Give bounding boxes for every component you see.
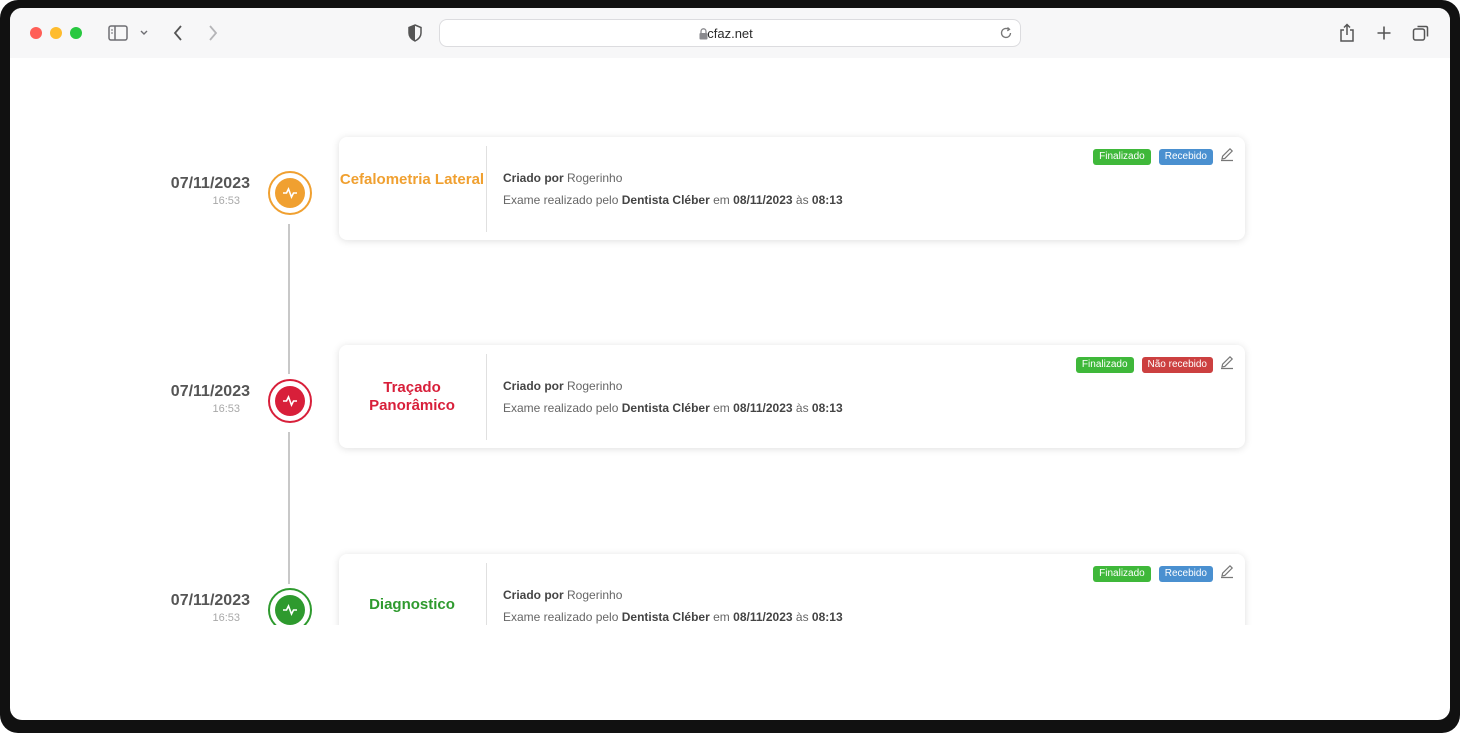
exam-prefix: Exame realizado pelo bbox=[503, 193, 619, 207]
exam-mid: em bbox=[713, 401, 730, 415]
exam-card[interactable]: Diagnostico Criado por Rogerinho Exame r… bbox=[339, 554, 1245, 625]
exam-date: 08/11/2023 bbox=[733, 401, 793, 415]
status-badge-finalizado: Finalizado bbox=[1075, 356, 1134, 373]
exam-info-line: Exame realizado pelo Dentista Cléber em … bbox=[503, 610, 843, 624]
page-content: 07/11/2023 16:53 Cefalometria Lateral Cr… bbox=[10, 58, 1450, 625]
created-by-line: Criado por Rogerinho bbox=[503, 379, 622, 393]
status-badges: Finalizado Recebido bbox=[1093, 146, 1235, 167]
exam-at: às bbox=[795, 193, 809, 207]
card-divider bbox=[486, 146, 487, 232]
created-by-name: Rogerinho bbox=[567, 379, 623, 393]
created-by-line: Criado por Rogerinho bbox=[503, 588, 622, 602]
exam-time: 08:13 bbox=[811, 193, 843, 207]
exam-prefix: Exame realizado pelo bbox=[503, 401, 619, 415]
chevron-down-icon[interactable] bbox=[138, 22, 150, 44]
card-divider bbox=[486, 354, 487, 440]
exam-card[interactable]: Cefalometria Lateral Criado por Rogerinh… bbox=[339, 137, 1245, 240]
exam-info-line: Exame realizado pelo Dentista Cléber em … bbox=[503, 193, 843, 207]
exam-title: Diagnostico bbox=[369, 596, 455, 613]
zoom-window-button[interactable] bbox=[70, 27, 82, 39]
browser-toolbar: cfaz.net bbox=[10, 8, 1450, 58]
url-text: cfaz.net bbox=[707, 26, 753, 41]
edit-pencil-icon[interactable] bbox=[1219, 563, 1235, 584]
activity-icon bbox=[275, 178, 305, 208]
exam-prefix: Exame realizado pelo bbox=[503, 610, 619, 624]
created-by-name: Rogerinho bbox=[567, 171, 623, 185]
sidebar-icon[interactable] bbox=[107, 22, 129, 44]
reload-icon[interactable] bbox=[998, 25, 1014, 46]
exam-mid: em bbox=[713, 610, 730, 624]
exam-date: 08/11/2023 bbox=[733, 193, 793, 207]
activity-icon bbox=[275, 386, 305, 416]
status-badges: Finalizado Não recebido bbox=[1075, 354, 1235, 375]
entry-date: 07/11/2023 bbox=[170, 383, 250, 400]
status-badges: Finalizado Recebido bbox=[1093, 563, 1235, 584]
created-by-name: Rogerinho bbox=[567, 588, 623, 602]
exam-dentist: Dentista Cléber bbox=[621, 610, 710, 624]
exam-at: às bbox=[795, 401, 809, 415]
created-by-prefix: Criado por bbox=[503, 588, 564, 602]
new-tab-icon[interactable] bbox=[1375, 22, 1393, 44]
screenshot-frame: cfaz.net 07/11/2023 16:53 Cefalometria L… bbox=[0, 0, 1460, 733]
tab-overview-icon[interactable] bbox=[1411, 22, 1431, 44]
exam-time: 08:13 bbox=[811, 610, 843, 624]
entry-date-block: 07/11/2023 16:53 bbox=[120, 383, 250, 415]
share-icon[interactable] bbox=[1338, 22, 1356, 44]
exam-card[interactable]: Traçado Panorâmico Criado por Rogerinho … bbox=[339, 345, 1245, 448]
back-icon[interactable] bbox=[170, 22, 186, 44]
exam-at: às bbox=[795, 610, 809, 624]
entry-date-block: 07/11/2023 16:53 bbox=[120, 592, 250, 624]
exam-title: Cefalometria Lateral bbox=[339, 171, 485, 188]
entry-date: 07/11/2023 bbox=[170, 592, 250, 609]
status-badge-recebido: Recebido bbox=[1158, 565, 1213, 582]
exam-time: 08:13 bbox=[811, 401, 843, 415]
browser-window: cfaz.net 07/11/2023 16:53 Cefalometria L… bbox=[10, 8, 1450, 720]
edit-pencil-icon[interactable] bbox=[1219, 354, 1235, 375]
edit-pencil-icon[interactable] bbox=[1219, 146, 1235, 167]
status-badge-nao-recebido: Não recebido bbox=[1141, 356, 1213, 373]
status-badge-recebido: Recebido bbox=[1158, 148, 1213, 165]
timeline-entry: 07/11/2023 16:53 Cefalometria Lateral Cr… bbox=[10, 137, 1450, 247]
privacy-shield-icon[interactable] bbox=[406, 22, 424, 44]
timeline-entry: 07/11/2023 16:53 Diagnostico Criado por … bbox=[10, 554, 1450, 625]
timeline-entry: 07/11/2023 16:53 Traçado Panorâmico Cria… bbox=[10, 345, 1450, 455]
exam-dentist: Dentista Cléber bbox=[621, 193, 710, 207]
entry-time: 16:53 bbox=[212, 195, 240, 207]
entry-date: 07/11/2023 bbox=[170, 175, 250, 192]
timeline-node bbox=[268, 379, 312, 423]
created-by-prefix: Criado por bbox=[503, 171, 564, 185]
status-badge-finalizado: Finalizado bbox=[1093, 565, 1151, 582]
exam-dentist: Dentista Cléber bbox=[621, 401, 710, 415]
timeline-node bbox=[268, 588, 312, 625]
status-badge-finalizado: Finalizado bbox=[1093, 148, 1151, 165]
entry-date-block: 07/11/2023 16:53 bbox=[120, 175, 250, 207]
exam-mid: em bbox=[713, 193, 730, 207]
minimize-window-button[interactable] bbox=[50, 27, 62, 39]
close-window-button[interactable] bbox=[30, 27, 42, 39]
timeline-node bbox=[268, 171, 312, 215]
forward-icon[interactable] bbox=[205, 22, 221, 44]
created-by-prefix: Criado por bbox=[503, 379, 564, 393]
card-divider bbox=[486, 563, 487, 625]
entry-time: 16:53 bbox=[212, 612, 240, 624]
exam-title: Traçado Panorâmico bbox=[369, 379, 455, 414]
activity-icon bbox=[275, 595, 305, 625]
entry-time: 16:53 bbox=[212, 403, 240, 415]
address-bar[interactable]: cfaz.net bbox=[439, 19, 1021, 47]
exam-date: 08/11/2023 bbox=[733, 610, 793, 624]
exam-info-line: Exame realizado pelo Dentista Cléber em … bbox=[503, 401, 843, 415]
created-by-line: Criado por Rogerinho bbox=[503, 171, 622, 185]
